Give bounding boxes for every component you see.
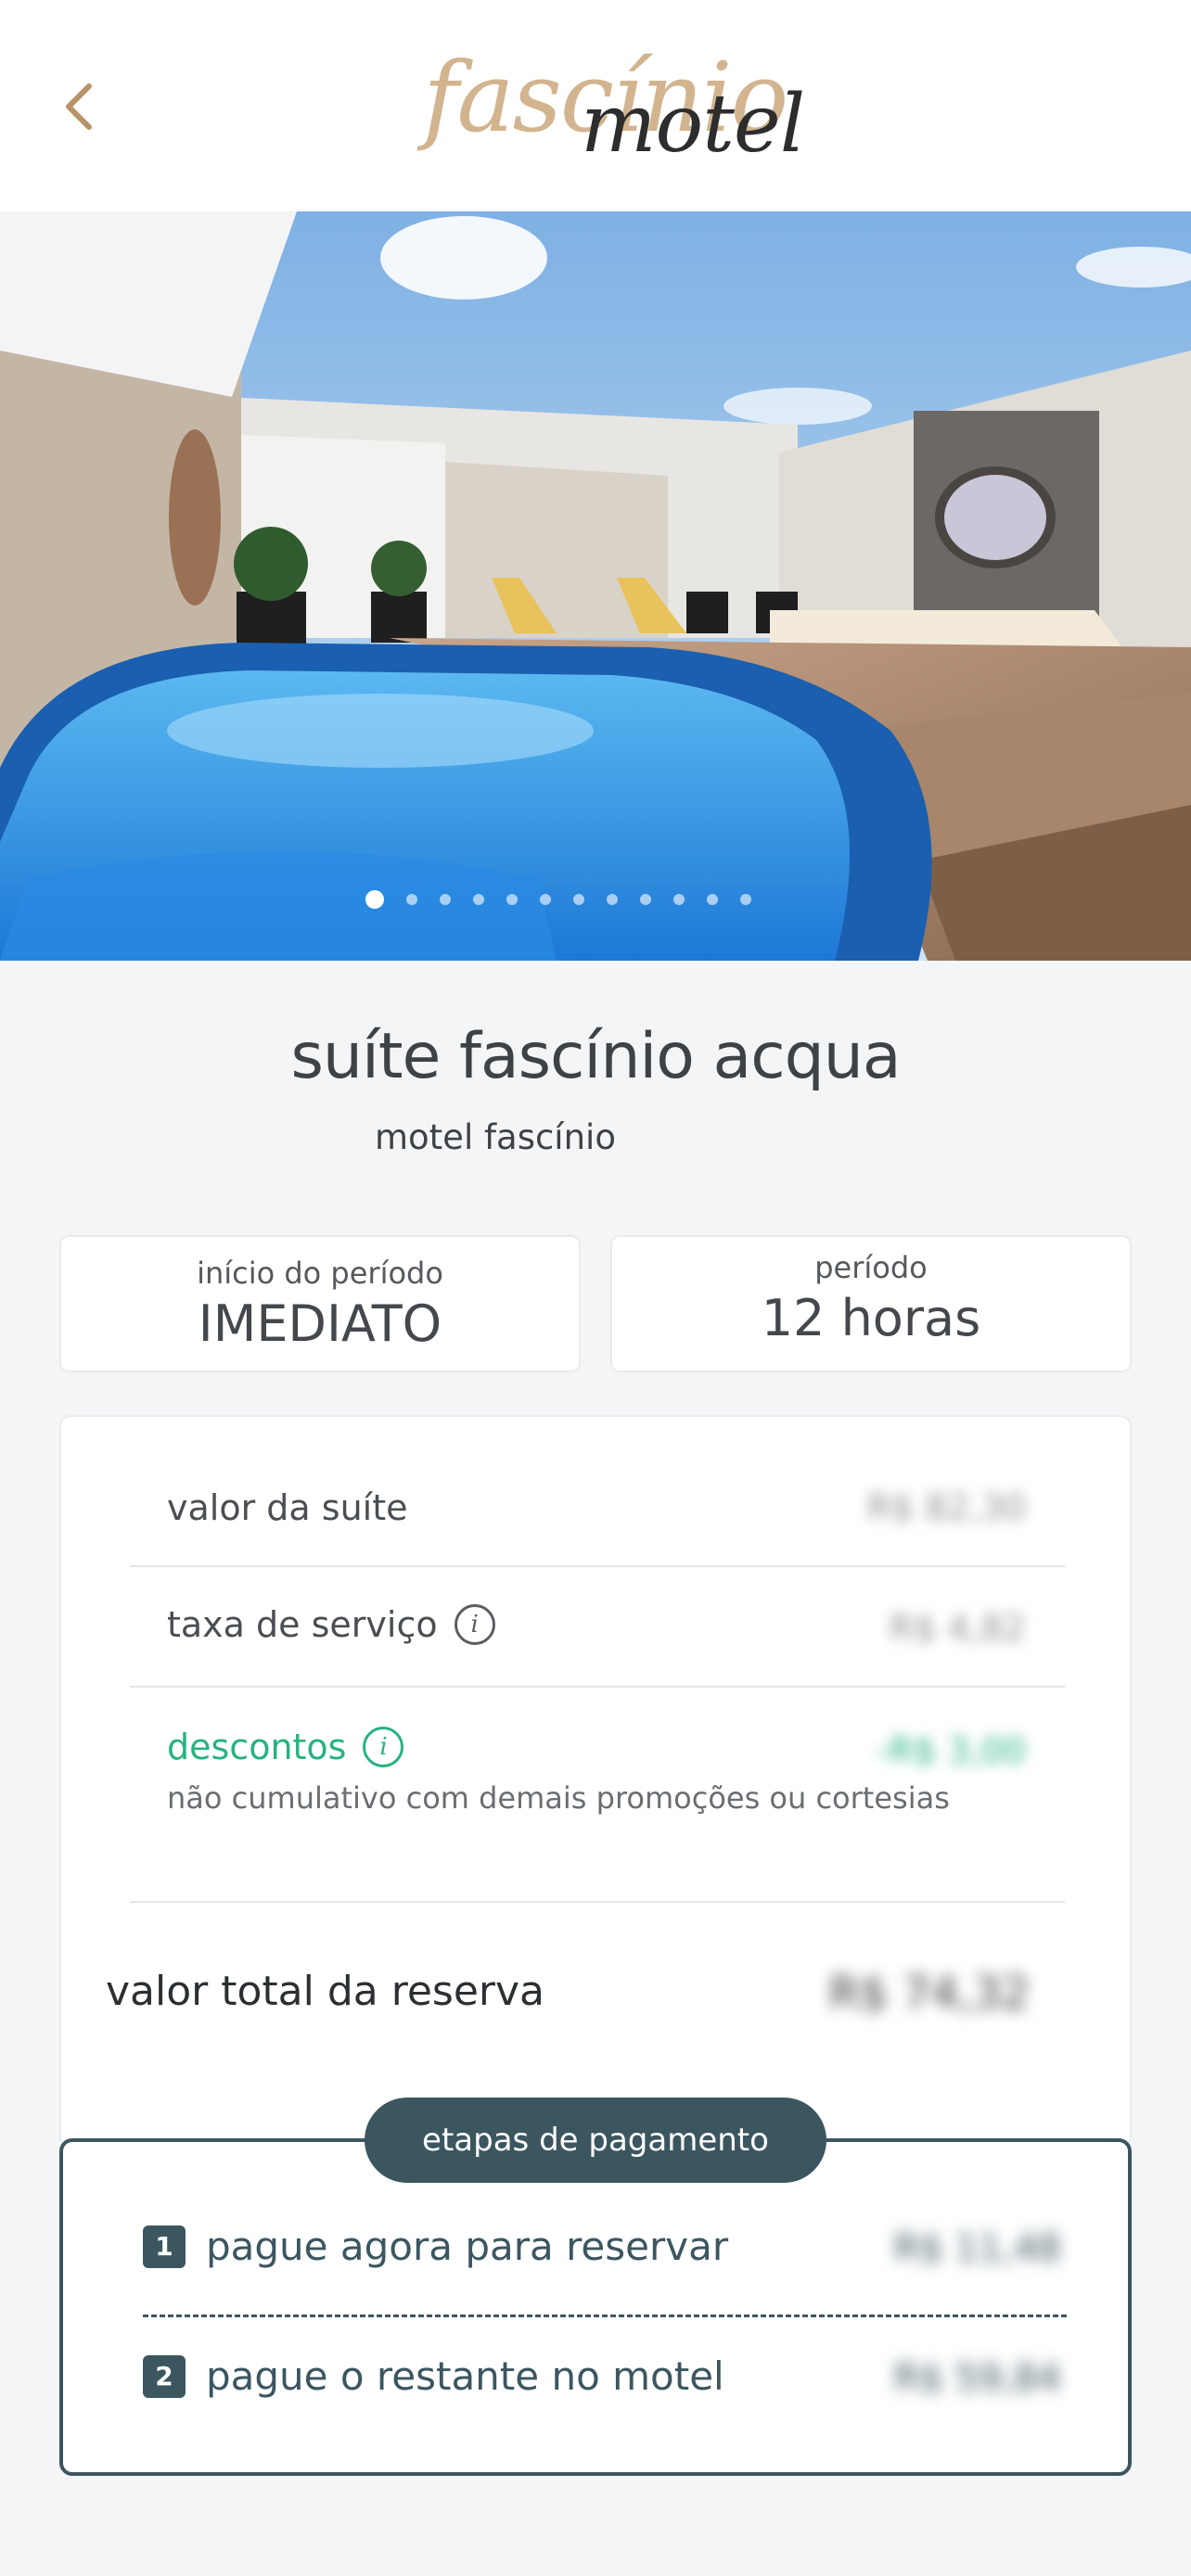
suite-price-label: valor da suíte <box>167 1487 408 1528</box>
payment-steps-title: etapas de pagamento <box>365 2098 826 2183</box>
suite-photo-carousel[interactable] <box>0 211 1191 961</box>
chevron-left-icon <box>66 83 92 130</box>
period-duration-box: período 12 horas <box>610 1235 1132 1372</box>
discount-row: descontos i -R$ 3,00 não cumulativo com … <box>130 1688 1065 1903</box>
carousel-dot[interactable] <box>707 894 718 905</box>
carousel-dot[interactable] <box>573 894 584 905</box>
step-amount: R$ 11,48 <box>893 2227 1061 2270</box>
carousel-dot[interactable] <box>607 894 618 905</box>
period-duration-label: período <box>814 1250 928 1285</box>
suite-price-row: valor da suíte R$ 82,30 <box>130 1417 1065 1567</box>
step-label: pague agora para reservar <box>206 2224 729 2269</box>
step-divider <box>143 2315 1067 2317</box>
suite-price-amount: R$ 82,30 <box>866 1487 1026 1528</box>
suite-photo <box>0 211 1191 961</box>
top-header: fascínio motel <box>0 0 1191 211</box>
motel-logo: fascínio motel <box>417 41 805 171</box>
step-label: pague o restante no motel <box>206 2353 724 2399</box>
payment-step: 1 pague agora para reservar <box>143 2224 728 2269</box>
carousel-dot[interactable] <box>740 894 751 905</box>
logo-sub-text: motel <box>581 78 805 171</box>
carousel-dot[interactable] <box>506 894 518 905</box>
carousel-indicator <box>0 890 1191 909</box>
carousel-dot[interactable] <box>440 894 451 905</box>
discount-label-group: descontos i <box>167 1727 404 1767</box>
price-summary-card: valor da suíte R$ 82,30 taxa de serviço … <box>59 1415 1132 2148</box>
carousel-dot[interactable] <box>406 894 417 905</box>
service-fee-label: taxa de serviço <box>167 1604 438 1645</box>
service-fee-row: taxa de serviço i R$ 4,82 <box>130 1567 1065 1688</box>
carousel-dot[interactable] <box>673 894 685 905</box>
discount-label: descontos <box>167 1727 347 1767</box>
back-button[interactable] <box>52 74 108 139</box>
service-fee-amount: R$ 4,82 <box>889 1608 1026 1649</box>
discount-amount: -R$ 3,00 <box>877 1730 1026 1771</box>
period-duration-value: 12 horas <box>761 1289 981 1347</box>
step-amount: R$ 59,84 <box>893 2357 1061 2400</box>
period-start-label: início do período <box>197 1256 443 1291</box>
carousel-dot[interactable] <box>640 894 651 905</box>
info-icon[interactable]: i <box>363 1727 404 1767</box>
period-start-value: IMEDIATO <box>198 1294 442 1353</box>
step-number: 1 <box>143 2225 186 2268</box>
info-icon[interactable]: i <box>454 1604 495 1645</box>
period-start-box: início do período IMEDIATO <box>59 1235 581 1372</box>
suite-title: suíte fascínio acqua <box>290 1020 901 1093</box>
carousel-dot[interactable] <box>540 894 551 905</box>
total-amount: R$ 74,32 <box>828 1968 1030 2020</box>
carousel-dot[interactable] <box>473 894 484 905</box>
motel-name: motel fascínio <box>375 1117 616 1157</box>
total-label: valor total da reserva <box>106 1968 544 2015</box>
payment-steps-box: 1 pague agora para reservar R$ 11,48 2 p… <box>59 2138 1132 2476</box>
step-number: 2 <box>143 2354 186 2398</box>
carousel-dot[interactable] <box>365 890 384 909</box>
payment-step: 2 pague o restante no motel <box>143 2353 724 2399</box>
service-fee-label-group: taxa de serviço i <box>167 1604 495 1645</box>
discount-note: não cumulativo com demais promoções ou c… <box>167 1780 950 1816</box>
